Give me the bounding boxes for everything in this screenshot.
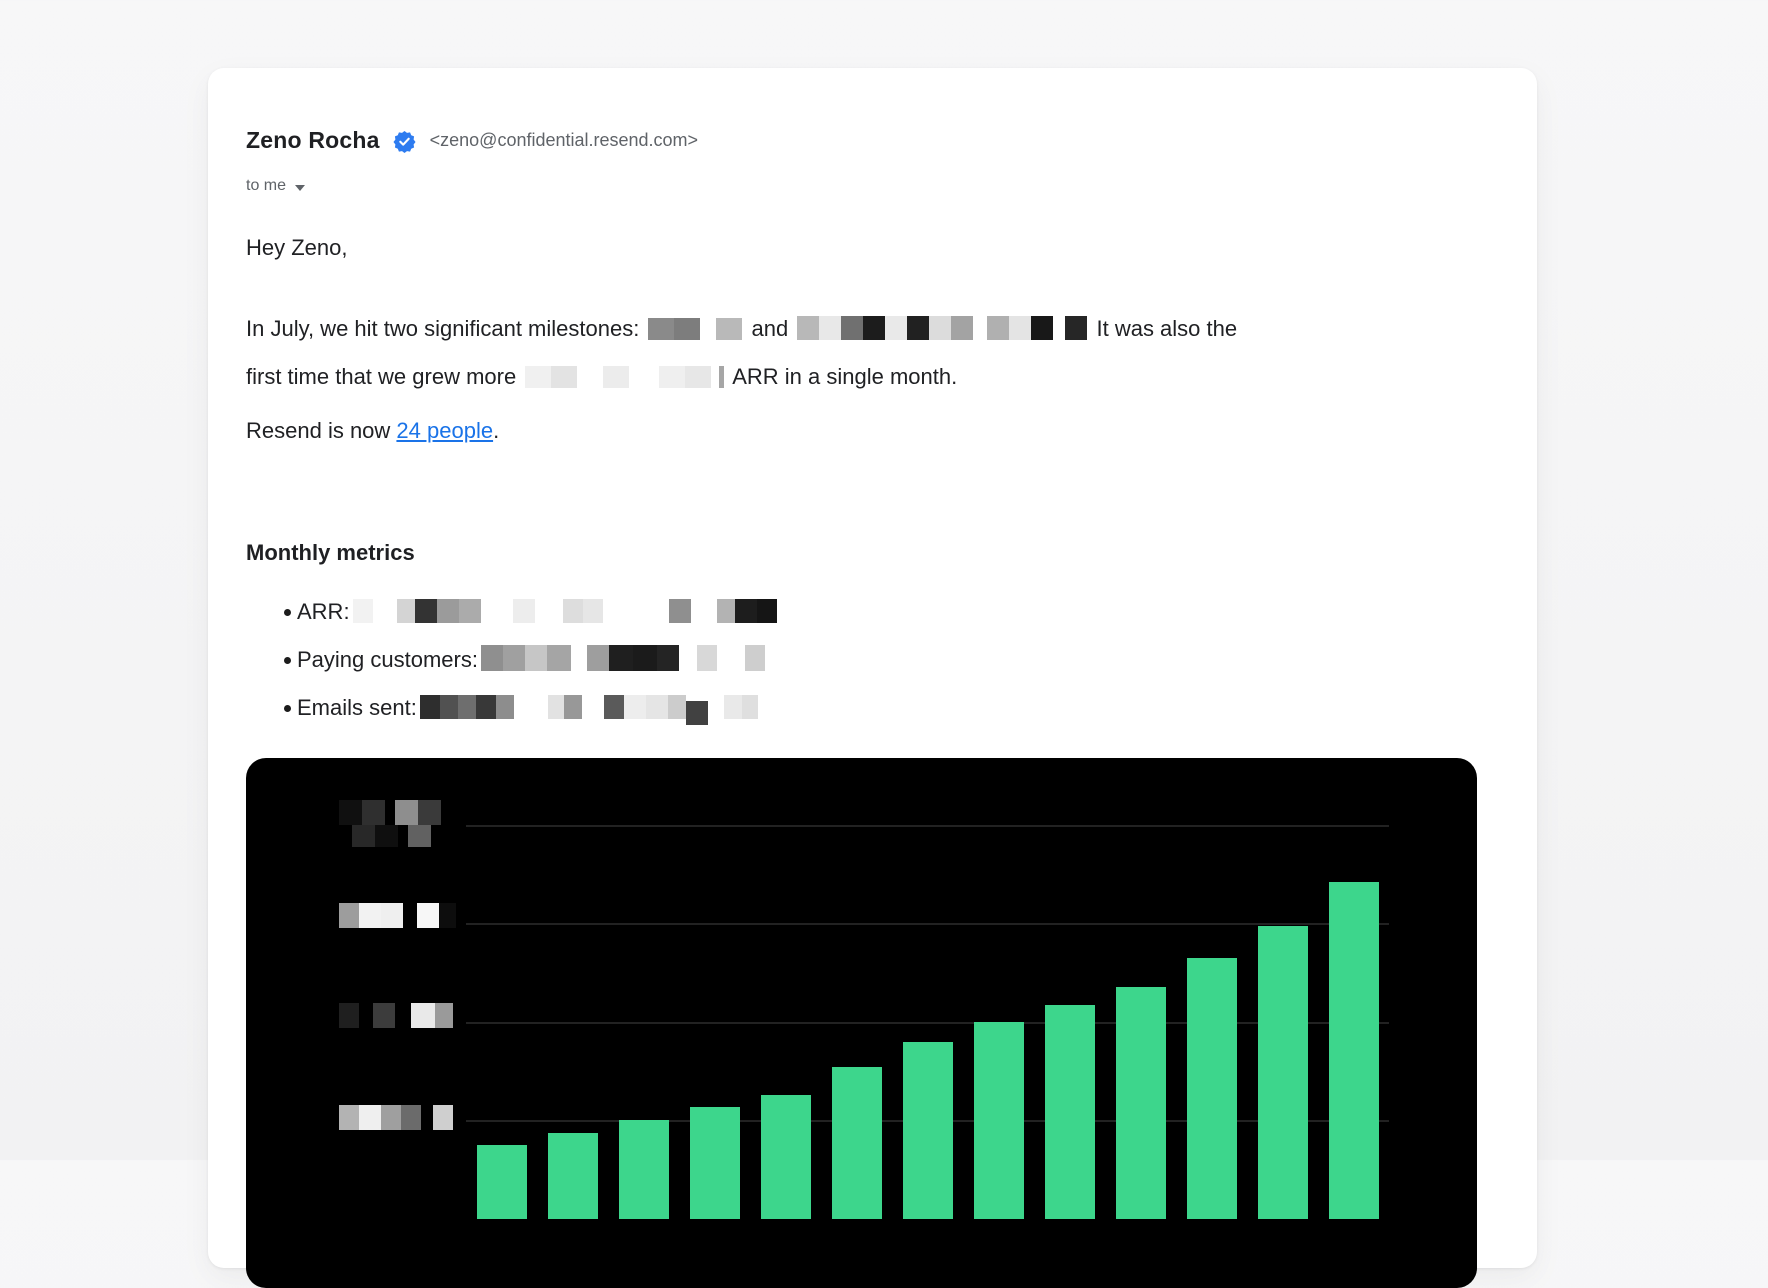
metric-item-emails-sent: Emails sent:: [246, 690, 761, 726]
chart-bar: [1116, 987, 1166, 1219]
redacted-text: [797, 316, 1087, 340]
paragraph-text: It was also the: [1090, 316, 1237, 341]
paragraph-text: and: [745, 316, 794, 341]
chart-axis-label-redacted: [339, 903, 456, 928]
chart-gridline: [466, 923, 1389, 925]
metric-item-paying-customers: Paying customers:: [246, 642, 768, 678]
redacted-text: [525, 366, 724, 388]
chart-bar: [548, 1133, 598, 1219]
metric-label: Emails sent:: [297, 695, 417, 720]
sender-name: Zeno Rocha: [246, 127, 380, 154]
metric-item-arr: ARR:: [246, 594, 780, 630]
paragraph2: Resend is now 24 people.: [246, 413, 499, 449]
chart-bar: [1045, 1005, 1095, 1219]
chart-bar: [690, 1107, 740, 1219]
chart-axis-label-redacted: [339, 1003, 453, 1028]
redacted-value: [481, 645, 765, 671]
redacted-value: [353, 599, 777, 623]
chart-bar: [1187, 958, 1237, 1219]
paragraph1-line1: In July, we hit two significant mileston…: [246, 311, 1237, 347]
chart-axis-label-redacted: [339, 1105, 453, 1130]
redacted-text: [648, 318, 742, 340]
email-card: Zeno Rocha <zeno@confidential.resend.com…: [208, 68, 1537, 1268]
chart-bar: [1329, 882, 1379, 1219]
metrics-heading: Monthly metrics: [246, 535, 415, 571]
chart-bar: [477, 1145, 527, 1219]
paragraph-text: Resend is now: [246, 418, 396, 443]
chevron-down-icon: [295, 185, 305, 191]
paragraph-text: first time that we grew more: [246, 364, 522, 389]
chart-axis-label-redacted: [339, 800, 441, 825]
greeting-line: Hey Zeno,: [246, 230, 348, 266]
recipient-row[interactable]: to me: [246, 173, 305, 199]
chart-bar: [761, 1095, 811, 1219]
chart-bar: [832, 1067, 882, 1219]
chart-axis-label-redacted: [352, 825, 431, 847]
chart-gridline: [466, 1022, 1389, 1024]
verified-badge-icon: [393, 130, 416, 153]
page-background: { "page": { "background": "#f4f4f5", "ca…: [0, 0, 1768, 1160]
metric-label: ARR:: [297, 599, 350, 624]
chart-bar: [1258, 926, 1308, 1219]
recipient-label: to me: [246, 177, 286, 195]
paragraph-text: ARR in a single month.: [727, 364, 957, 389]
metric-label: Paying customers:: [297, 647, 478, 672]
chart-bar: [619, 1120, 669, 1219]
chart-bar: [903, 1042, 953, 1219]
sender-address: <zeno@confidential.resend.com>: [430, 130, 698, 151]
metrics-chart: [246, 758, 1477, 1288]
chart-gridline: [466, 825, 1389, 827]
sender-row: Zeno Rocha <zeno@confidential.resend.com…: [246, 124, 698, 156]
chart-bar: [974, 1022, 1024, 1219]
redacted-value: [420, 695, 758, 719]
paragraph-text: In July, we hit two significant mileston…: [246, 316, 645, 341]
paragraph1-line2: first time that we grew more ARR in a si…: [246, 359, 957, 395]
people-count-link[interactable]: 24 people: [396, 418, 493, 443]
paragraph-text: .: [493, 418, 499, 443]
